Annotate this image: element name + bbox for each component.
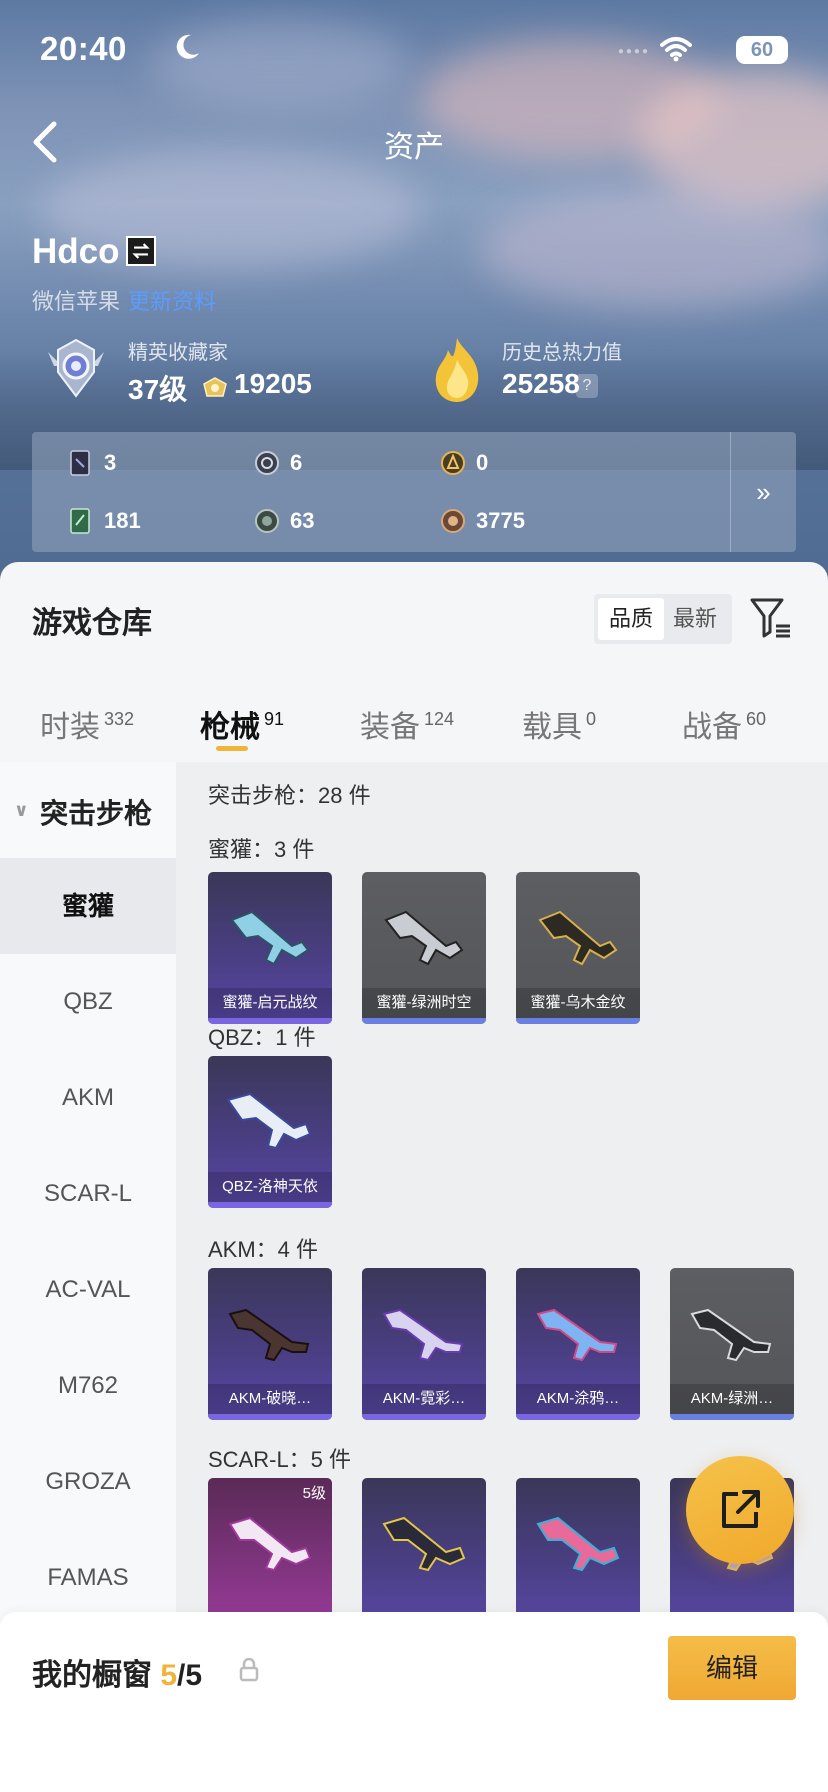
rifle-icon bbox=[536, 1308, 618, 1362]
showcase-title: 我的橱窗 5/5 bbox=[32, 1659, 203, 1692]
rifle-icon bbox=[230, 910, 310, 966]
signal-icon: ●●●● bbox=[617, 46, 650, 57]
coin-count: 19205 bbox=[234, 368, 312, 399]
skin-card[interactable]: 5级 bbox=[208, 1478, 332, 1630]
rifle-icon bbox=[384, 910, 464, 966]
skin-card[interactable]: 蜜獾-启元战纹 bbox=[208, 872, 332, 1024]
dark-orb-icon bbox=[255, 509, 279, 533]
share-icon bbox=[722, 1490, 760, 1528]
flame-icon bbox=[435, 338, 479, 402]
resource-stats-panel: 3 6 0 181 63 3775 » bbox=[32, 432, 796, 552]
rank-title: 精英收藏家 bbox=[128, 342, 228, 364]
platform-label: 微信苹果 bbox=[32, 289, 121, 314]
help-icon[interactable]: ? bbox=[576, 374, 598, 398]
category-summary: 突击步枪：28 件 bbox=[208, 783, 371, 808]
status-bar: 20:40 ●●●● 60 bbox=[40, 28, 788, 68]
chevron-down-icon: ∨ bbox=[14, 800, 29, 820]
gold-emblem-icon bbox=[441, 451, 465, 475]
tab-indicator bbox=[216, 746, 248, 751]
edit-button[interactable]: 编辑 bbox=[668, 1636, 796, 1700]
sort-newest-button[interactable]: 最新 bbox=[662, 598, 728, 640]
rifle-icon bbox=[228, 1308, 310, 1362]
sort-quality-button[interactable]: 品质 bbox=[598, 598, 664, 640]
update-profile-link[interactable]: 更新资料 bbox=[128, 289, 216, 314]
sort-toggle: 品质 最新 bbox=[594, 594, 732, 644]
tab-weapons[interactable]: 枪械 91 bbox=[200, 702, 284, 762]
sidebar-item-honey-badger[interactable]: 蜜獾 bbox=[0, 858, 176, 954]
filter-icon[interactable] bbox=[750, 596, 792, 640]
skin-card[interactable]: AKM-绿洲… bbox=[670, 1268, 794, 1420]
group-label: 蜜獾：3 件 bbox=[208, 837, 315, 862]
battery-icon: 60 bbox=[736, 36, 788, 64]
skin-card[interactable]: 蜜獾-乌木金纹 bbox=[516, 872, 640, 1024]
page-title: 资产 bbox=[384, 131, 444, 164]
heat-value: 25258 bbox=[502, 368, 580, 399]
skin-card[interactable] bbox=[516, 1478, 640, 1630]
lock-icon bbox=[239, 1658, 259, 1682]
sidebar-item-scar-l[interactable]: SCAR-L bbox=[0, 1146, 176, 1242]
rifle-icon bbox=[382, 1516, 466, 1572]
sidebar-item-ac-val[interactable]: AC-VAL bbox=[0, 1242, 176, 1338]
skin-card[interactable] bbox=[362, 1478, 486, 1630]
sidebar-item-qbz[interactable]: QBZ bbox=[0, 954, 176, 1050]
silver-emblem-icon bbox=[255, 451, 279, 475]
switch-account-icon[interactable] bbox=[126, 236, 156, 266]
platform-line: 微信苹果 更新资料 bbox=[32, 284, 216, 316]
skin-card[interactable]: 蜜獾-绿洲时空 bbox=[362, 872, 486, 1024]
skin-card[interactable]: AKM-破晓… bbox=[208, 1268, 332, 1420]
stats-expand-button[interactable]: » bbox=[730, 432, 796, 552]
tab-supplies[interactable]: 战备 60 bbox=[682, 702, 766, 762]
rank-medal-icon bbox=[48, 338, 104, 398]
warehouse-title: 游戏仓库 bbox=[32, 607, 152, 640]
profile-header: 20:40 ●●●● 60 资产 Hdco 微信苹果 更新资料 精英收藏家 37级… bbox=[0, 0, 828, 600]
tab-vehicles[interactable]: 载具 0 bbox=[522, 702, 596, 762]
rifle-icon bbox=[538, 910, 618, 966]
green-card-icon bbox=[70, 508, 90, 534]
moon-icon bbox=[176, 34, 199, 59]
heat-title: 历史总热力值 bbox=[502, 342, 622, 364]
coin-icon bbox=[203, 377, 227, 397]
tab-equipment[interactable]: 装备 124 bbox=[360, 702, 454, 762]
status-time: 20:40 bbox=[40, 30, 127, 67]
sidebar-item-groza[interactable]: GROZA bbox=[0, 1434, 176, 1530]
username: Hdco bbox=[32, 232, 120, 271]
rank-level: 37级 bbox=[128, 374, 188, 405]
group-label: AKM：4 件 bbox=[208, 1237, 319, 1262]
skin-card[interactable]: AKM-霓彩… bbox=[362, 1268, 486, 1420]
group-label: QBZ：1 件 bbox=[208, 1025, 316, 1050]
skin-card[interactable]: QBZ-洛神天依 bbox=[208, 1056, 332, 1208]
rifle-icon bbox=[536, 1516, 620, 1572]
bronze-orb-icon bbox=[441, 509, 465, 533]
tab-fashion[interactable]: 时装 332 bbox=[40, 702, 134, 762]
wifi-icon bbox=[660, 37, 692, 62]
sidebar-item-akm[interactable]: AKM bbox=[0, 1050, 176, 1146]
warehouse-sheet: 游戏仓库 品质 最新 时装 332 枪械 91 装备 124 载具 0 战备 60 ∨ 突… bbox=[0, 562, 828, 1792]
share-button[interactable] bbox=[686, 1456, 794, 1564]
sidebar-item-m762[interactable]: M762 bbox=[0, 1338, 176, 1434]
rifle-icon bbox=[228, 1516, 312, 1572]
rifle-icon bbox=[226, 1092, 312, 1150]
skin-card[interactable]: AKM-涂鸦… bbox=[516, 1268, 640, 1420]
group-label: SCAR-L：5 件 bbox=[208, 1447, 352, 1472]
rifle-icon bbox=[382, 1308, 464, 1362]
category-header[interactable]: ∨ 突击步枪 bbox=[0, 762, 176, 858]
card-icon bbox=[70, 450, 90, 476]
showcase-bar: 我的橱窗 5/5 编辑 bbox=[0, 1612, 828, 1792]
rifle-icon bbox=[690, 1308, 772, 1362]
category-tabs: 时装 332 枪械 91 装备 124 载具 0 战备 60 bbox=[0, 684, 828, 764]
